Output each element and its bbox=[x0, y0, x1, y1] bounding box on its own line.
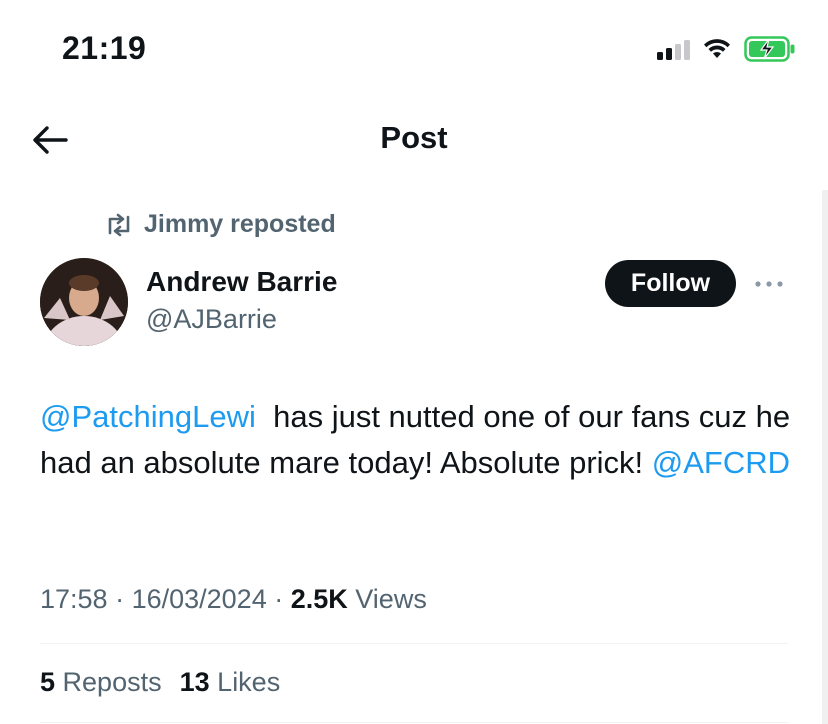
meta-separator: · bbox=[266, 584, 291, 614]
more-options-icon[interactable] bbox=[752, 272, 786, 296]
tweet-meta: 17:58 · 16/03/2024 · 2.5K Views bbox=[40, 584, 427, 615]
status-time: 21:19 bbox=[62, 30, 147, 66]
mention-link[interactable]: @AFCRD bbox=[652, 445, 790, 480]
views-label: Views bbox=[355, 584, 427, 614]
wifi-icon bbox=[704, 39, 730, 58]
engagement-stats: 5 Reposts 13 Likes bbox=[40, 667, 280, 698]
divider bbox=[40, 722, 788, 723]
likes-count: 13 bbox=[179, 667, 210, 697]
screen: 21:19 Post Jimmy reposted Andrew Barrie … bbox=[0, 0, 828, 724]
cellular-signal-icon bbox=[657, 38, 690, 60]
battery-charging-icon bbox=[744, 36, 795, 62]
follow-button[interactable]: Follow bbox=[605, 260, 736, 307]
avatar-photo bbox=[40, 258, 128, 346]
repost-icon bbox=[108, 213, 130, 236]
reposts-count: 5 bbox=[40, 667, 56, 697]
status-icons bbox=[657, 36, 796, 62]
tweet-text: @PatchingLewi has just nutted one of our… bbox=[40, 394, 800, 486]
meta-separator: · bbox=[107, 584, 132, 614]
mention-link[interactable]: @PatchingLewi bbox=[40, 399, 256, 434]
avatar[interactable] bbox=[40, 258, 128, 346]
divider bbox=[40, 643, 788, 644]
views-count[interactable]: 2.5K bbox=[291, 584, 348, 614]
tweet-date[interactable]: 16/03/2024 bbox=[132, 584, 267, 614]
page-title: Post bbox=[380, 120, 448, 155]
tweet-time[interactable]: 17:58 bbox=[40, 584, 108, 614]
likes-label: Likes bbox=[217, 667, 281, 697]
scrollbar[interactable] bbox=[822, 190, 828, 724]
repost-context[interactable]: Jimmy reposted bbox=[104, 210, 336, 239]
reposts-stat[interactable]: 5 Reposts bbox=[40, 667, 162, 698]
author-handle[interactable]: @AJBarrie bbox=[146, 304, 277, 335]
reposts-label: Reposts bbox=[62, 667, 162, 697]
author-name[interactable]: Andrew Barrie bbox=[146, 266, 337, 298]
repost-text: Jimmy reposted bbox=[144, 210, 336, 238]
likes-stat[interactable]: 13 Likes bbox=[180, 667, 281, 698]
